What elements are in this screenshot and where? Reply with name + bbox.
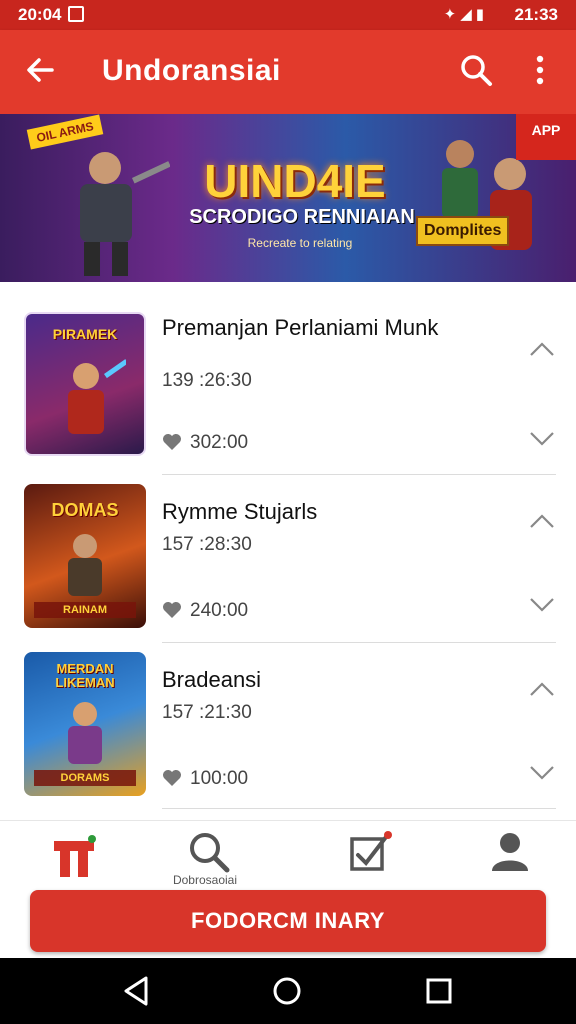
checklist-icon[interactable] bbox=[346, 827, 396, 877]
item-likes-count: 302:00 bbox=[190, 432, 249, 453]
item-title: Premanjan Perlaniami Munk bbox=[162, 315, 439, 340]
signal-icons: ✦◢▮ bbox=[443, 6, 488, 23]
recents-icon[interactable] bbox=[422, 974, 456, 1008]
status-time-left: 20:04 bbox=[18, 5, 62, 24]
back-arrow-icon[interactable] bbox=[22, 52, 58, 88]
item-likes: 240:00 bbox=[162, 600, 248, 622]
chevron-down-icon[interactable] bbox=[528, 596, 556, 614]
banner-corner-tag: APP bbox=[516, 114, 576, 160]
promo-banner[interactable]: OIL ARMS APP UIND4IE SCRODIGO RENNIAIAN … bbox=[0, 114, 576, 282]
bottom-nav: Dobrosaoiai bbox=[0, 820, 576, 894]
nav-label-search[interactable]: Dobrosaoiai bbox=[150, 873, 260, 887]
search-icon[interactable] bbox=[184, 827, 234, 877]
item-likes-count: 100:00 bbox=[190, 768, 249, 789]
search-icon[interactable] bbox=[458, 52, 494, 88]
primary-action-button[interactable]: FODORCM INARY bbox=[30, 890, 546, 952]
list-item[interactable]: DOMAS RAINAM Rymme Stujarls 157 :28:30 2… bbox=[0, 482, 576, 648]
page-title: Undoransiai bbox=[102, 54, 281, 87]
list-item[interactable]: MERDAN LIKEMAN DORAMS Bradeansi 157 :21:… bbox=[0, 650, 576, 816]
more-options-icon[interactable] bbox=[524, 52, 556, 88]
banner-subtitle: SCRODIGO RENNIAIAN bbox=[189, 206, 415, 228]
item-thumbnail: DOMAS RAINAM bbox=[24, 484, 146, 628]
divider bbox=[162, 642, 556, 643]
home-icon[interactable] bbox=[50, 831, 100, 881]
item-duration: 157 :21:30 bbox=[162, 702, 252, 723]
chevron-up-icon[interactable] bbox=[528, 680, 556, 698]
item-duration: 157 :28:30 bbox=[162, 534, 252, 555]
status-bar: 20:04 ✦◢▮ 21:33 bbox=[0, 0, 576, 30]
system-nav-bar bbox=[0, 958, 576, 1024]
app-bar: Undoransiai bbox=[0, 30, 576, 114]
item-title: Rymme Stujarls bbox=[162, 499, 318, 524]
notification-icon bbox=[68, 6, 84, 22]
banner-badge: Domplites bbox=[416, 216, 510, 246]
item-title: Bradeansi bbox=[162, 667, 262, 692]
thumbnail-footer: RAINAM bbox=[34, 602, 136, 618]
item-duration: 139 :26:30 bbox=[162, 370, 252, 391]
item-thumbnail: MERDAN LIKEMAN DORAMS bbox=[24, 652, 146, 796]
home-circle-icon[interactable] bbox=[270, 974, 304, 1008]
thumbnail-art bbox=[68, 534, 102, 596]
banner-hero-left bbox=[80, 152, 170, 276]
item-thumbnail: PIRAMEK bbox=[24, 312, 146, 456]
item-likes: 100:00 bbox=[162, 768, 248, 790]
heart-icon[interactable] bbox=[162, 601, 182, 619]
status-time-right: 21:33 bbox=[514, 5, 558, 24]
divider bbox=[162, 808, 556, 809]
list-item[interactable]: PIRAMEK Premanjan Perlaniami Munk 139 :2… bbox=[0, 292, 576, 475]
thumbnail-title: MERDAN LIKEMAN bbox=[55, 661, 115, 691]
thumbnail-title: PIRAMEK bbox=[52, 326, 118, 342]
banner-headline: UIND4IE bbox=[204, 155, 386, 207]
back-icon[interactable] bbox=[120, 974, 154, 1008]
thumbnail-art bbox=[68, 359, 126, 434]
heart-icon[interactable] bbox=[162, 769, 182, 787]
thumbnail-footer: DORAMS bbox=[34, 770, 136, 786]
item-likes: 302:00 bbox=[162, 432, 248, 454]
chevron-down-icon[interactable] bbox=[528, 764, 556, 782]
profile-icon[interactable] bbox=[486, 827, 536, 877]
chevron-up-icon[interactable] bbox=[528, 340, 556, 358]
divider bbox=[162, 474, 556, 475]
banner-tagline: Recreate to relating bbox=[247, 236, 353, 250]
chevron-up-icon[interactable] bbox=[528, 512, 556, 530]
thumbnail-title: DOMAS bbox=[51, 500, 119, 520]
heart-icon[interactable] bbox=[162, 433, 182, 451]
item-likes-count: 240:00 bbox=[190, 600, 249, 621]
thumbnail-art bbox=[68, 702, 102, 764]
chevron-down-icon[interactable] bbox=[528, 430, 556, 448]
